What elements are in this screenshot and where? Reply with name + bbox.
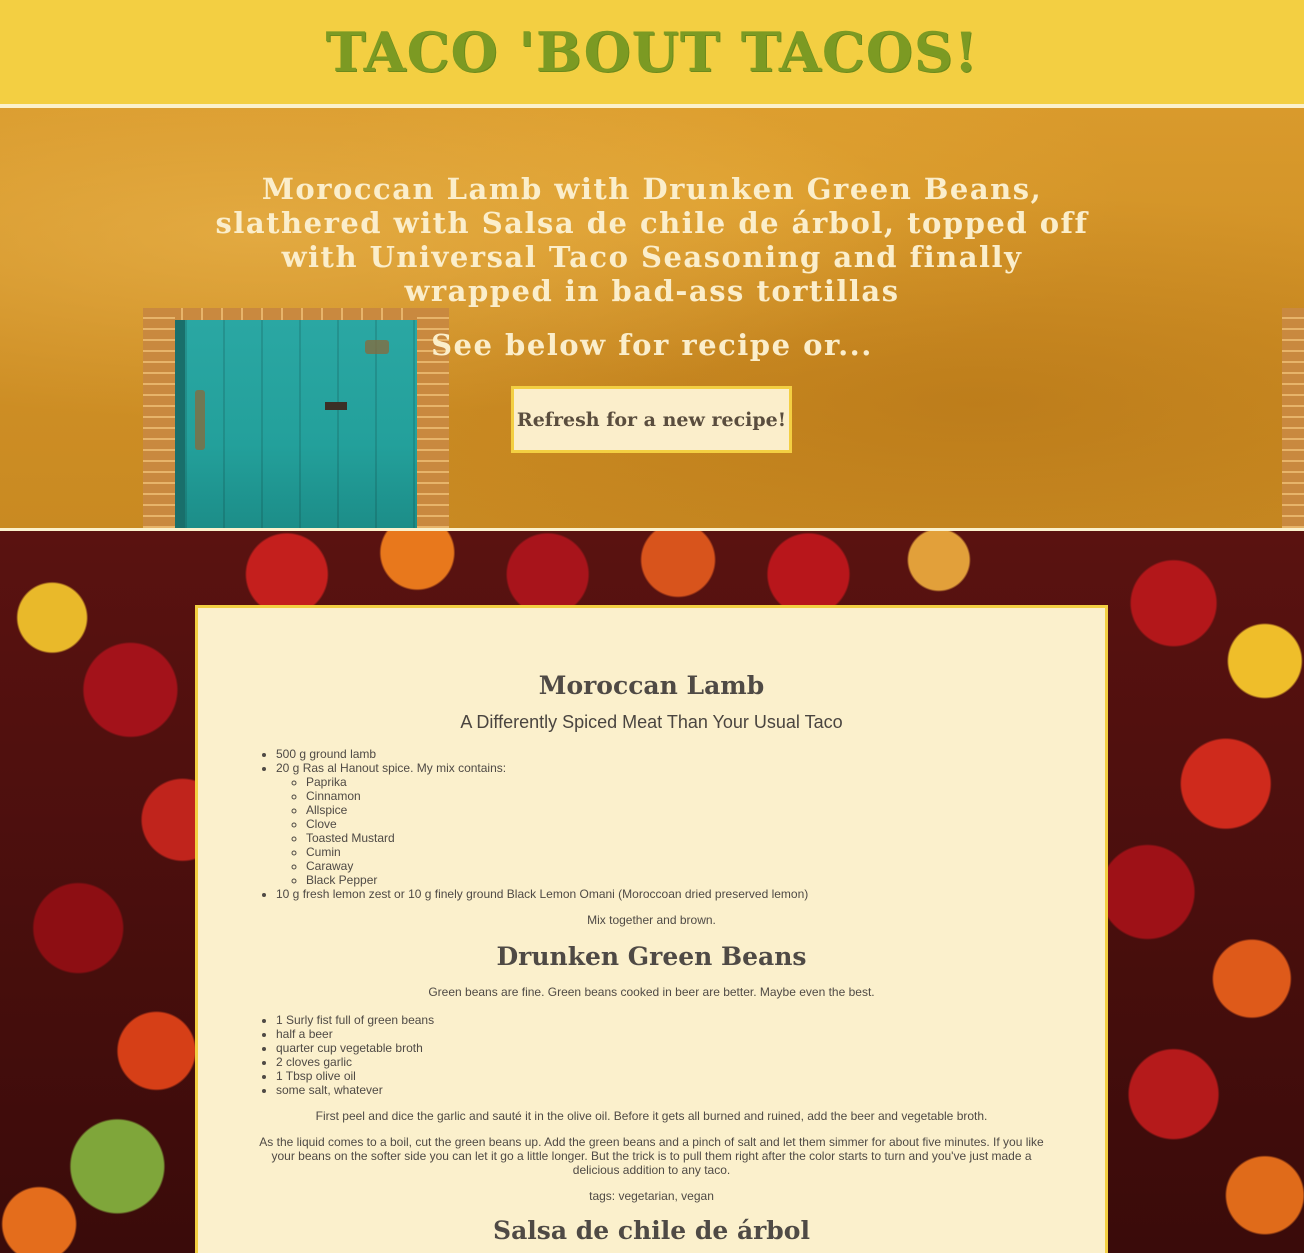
recipe-card: Moroccan Lamb A Differently Spiced Meat … <box>195 605 1108 1253</box>
ingredient-item: quarter cup vegetable broth <box>276 1041 1055 1055</box>
ingredient-item: half a beer <box>276 1027 1055 1041</box>
hero-banner: Moroccan Lamb with Drunken Green Beans, … <box>0 108 1304 528</box>
main-ingredients-list: 500 g ground lamb 20 g Ras al Hanout spi… <box>276 747 1055 901</box>
spice-item: Cumin <box>306 845 1055 859</box>
ingredient-item-text: 20 g Ras al Hanout spice. My mix contain… <box>276 761 507 775</box>
door-handle <box>325 402 347 410</box>
hero-subtitle: See below for recipe or... <box>431 328 873 362</box>
ingredient-item: 2 cloves garlic <box>276 1055 1055 1069</box>
refresh-recipe-button[interactable]: Refresh for a new recipe! <box>511 386 792 453</box>
recipe-tags: tags: vegetarian, vegan <box>589 1189 714 1203</box>
ingredient-item: some salt, whatever <box>276 1083 1055 1097</box>
spice-list: Paprika Cinnamon Allspice Clove Toasted … <box>306 775 1055 887</box>
hero-title: Moroccan Lamb with Drunken Green Beans, … <box>215 172 1089 308</box>
ingredient-item: 10 g fresh lemon zest or 10 g finely gro… <box>276 887 1055 901</box>
ingredient-item: 1 Surly fist full of green beans <box>276 1013 1055 1027</box>
ingredient-item: 500 g ground lamb <box>276 747 1055 761</box>
spice-item: Black Pepper <box>306 873 1055 887</box>
ingredient-item: 1 Tbsp olive oil <box>276 1069 1055 1083</box>
side-step-2: As the liquid comes to a boil, cut the g… <box>259 1135 1044 1177</box>
spice-item: Toasted Mustard <box>306 831 1055 845</box>
salsa-recipe-title: Salsa de chile de árbol <box>493 1216 810 1245</box>
side-recipe-title: Drunken Green Beans <box>496 942 807 971</box>
spice-item: Paprika <box>306 775 1055 789</box>
side-intro: Green beans are fine. Green beans cooked… <box>428 985 875 999</box>
side-ingredients-list: 1 Surly fist full of green beans half a … <box>276 1013 1055 1097</box>
door-wear <box>195 390 205 450</box>
main-recipe-subtitle: A Differently Spiced Meat Than Your Usua… <box>460 712 843 732</box>
spice-item: Allspice <box>306 803 1055 817</box>
spice-item: Caraway <box>306 859 1055 873</box>
spice-item: Cinnamon <box>306 789 1055 803</box>
ingredient-item: 20 g Ras al Hanout spice. My mix contain… <box>276 761 1055 887</box>
main-recipe-title: Moroccan Lamb <box>538 671 765 700</box>
hero-text: Moroccan Lamb with Drunken Green Beans, … <box>0 172 1304 362</box>
main-method: Mix together and brown. <box>587 913 716 927</box>
side-step-1: First peel and dice the garlic and sauté… <box>315 1109 988 1123</box>
site-title: TACO 'BOUT TACOS! <box>325 20 979 84</box>
site-header: TACO 'BOUT TACOS! <box>0 0 1304 104</box>
spice-item: Clove <box>306 817 1055 831</box>
